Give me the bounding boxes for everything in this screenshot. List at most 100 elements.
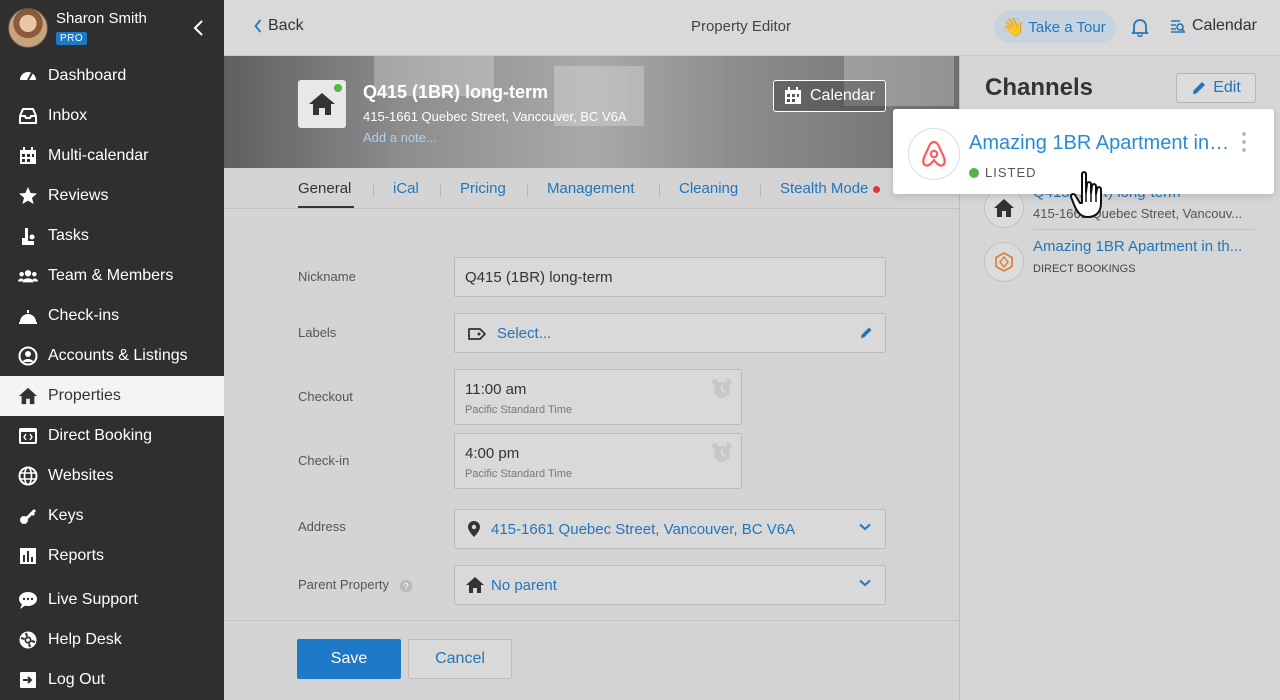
user-profile[interactable]: Sharon Smith PRO — [0, 0, 224, 56]
channels-title: Channels — [985, 74, 1094, 101]
globe-icon — [18, 466, 38, 486]
pencil-icon — [1193, 82, 1206, 94]
calendar-label: Calendar — [1192, 17, 1257, 34]
calendar-button-label: Calendar — [810, 87, 875, 104]
sidebar-item-label: Keys — [48, 507, 84, 524]
cancel-button[interactable]: Cancel — [408, 639, 512, 679]
parent-property-label: Parent Property ? — [298, 577, 413, 593]
sidebar-item-properties[interactable]: Properties — [0, 376, 224, 416]
checkin-time-field[interactable]: 4:00 pm Pacific Standard Time — [454, 433, 742, 489]
address-label: Address — [298, 519, 346, 534]
checkin-timezone: Pacific Standard Time — [465, 468, 572, 480]
property-tabs: General iCal Pricing Management Cleaning… — [224, 168, 959, 209]
tag-icon — [468, 328, 486, 340]
address-value: 415-1661 Quebec Street, Vancouver, BC V6… — [491, 521, 796, 538]
tab-stealth-mode[interactable]: Stealth Mode — [780, 180, 881, 197]
status-label: LISTED — [985, 165, 1037, 180]
sidebar-item-live-support[interactable]: Live Support — [0, 580, 224, 620]
tab-cleaning[interactable]: Cleaning — [679, 180, 738, 197]
sidebar-item-keys[interactable]: Keys — [0, 496, 224, 536]
tab-ical[interactable]: iCal — [393, 180, 419, 197]
sidebar-item-label: Help Desk — [48, 631, 122, 648]
listing-status: LISTED — [969, 165, 1037, 180]
team-icon — [18, 266, 38, 286]
star-icon — [18, 186, 38, 206]
sidebar-item-label: Properties — [48, 387, 121, 404]
home-icon — [466, 577, 484, 593]
home-icon — [18, 386, 38, 406]
property-editor-main: Q415 (1BR) long-term 415-1661 Quebec Str… — [224, 56, 960, 700]
sidebar-item-help-desk[interactable]: Help Desk — [0, 620, 224, 660]
sidebar-item-check-ins[interactable]: Check-ins — [0, 296, 224, 336]
tab-general[interactable]: General — [298, 180, 351, 197]
property-calendar-button[interactable]: Calendar — [773, 80, 886, 112]
labels-select[interactable]: Select... — [497, 325, 551, 342]
form-footer: Save Cancel — [224, 620, 959, 700]
checkin-label: Check-in — [298, 453, 350, 468]
take-a-tour-button[interactable]: 👋 Take a Tour — [994, 11, 1116, 43]
sidebar-item-label: Direct Booking — [48, 427, 153, 444]
tour-label: Take a Tour — [1028, 18, 1106, 36]
more-options-icon[interactable] — [1238, 130, 1250, 154]
property-name: Q415 (1BR) long-term — [363, 82, 549, 102]
collapse-sidebar-icon[interactable] — [192, 18, 206, 38]
sidebar-item-multi-calendar[interactable]: Multi-calendar — [0, 136, 224, 176]
pencil-icon[interactable] — [859, 326, 873, 340]
sidebar-item-label: Reviews — [48, 187, 109, 204]
edit-channels-button[interactable]: Edit — [1176, 73, 1256, 103]
help-icon[interactable]: ? — [399, 579, 413, 593]
logout-icon — [18, 670, 38, 690]
edit-label: Edit — [1213, 79, 1241, 96]
direct-booking-icon — [984, 242, 1024, 282]
channel-type: DIRECT BOOKINGS — [1033, 263, 1136, 275]
online-status-dot — [334, 84, 342, 92]
labels-label: Labels — [298, 325, 337, 340]
channel-item[interactable]: Amazing 1BR Apartment in th... DIRECT BO… — [984, 236, 1256, 286]
nickname-field[interactable]: Q415 (1BR) long-term — [454, 257, 886, 297]
notifications-bell-icon[interactable] — [1130, 17, 1150, 37]
divider — [1033, 229, 1255, 230]
airbnb-listing-title[interactable]: Amazing 1BR Apartment in ... — [969, 132, 1231, 155]
add-note-link[interactable]: Add a note... — [363, 130, 437, 145]
tab-management[interactable]: Management — [547, 180, 635, 197]
avatar[interactable] — [8, 8, 48, 48]
labels-field[interactable]: Select... — [454, 313, 886, 353]
nickname-value: Q415 (1BR) long-term — [465, 269, 613, 286]
tasks-icon — [18, 226, 38, 246]
sidebar-item-label: Multi-calendar — [48, 147, 149, 164]
sidebar-item-tasks[interactable]: Tasks — [0, 216, 224, 256]
chevron-down-icon — [859, 523, 871, 531]
sidebar-item-label: Tasks — [48, 227, 89, 244]
channel-title[interactable]: Amazing 1BR Apartment in th... — [1033, 238, 1255, 255]
nickname-label: Nickname — [298, 269, 356, 284]
sidebar-item-accounts[interactable]: Accounts & Listings — [0, 336, 224, 376]
tab-pricing[interactable]: Pricing — [460, 180, 506, 197]
property-home-icon — [298, 80, 346, 128]
alarm-clock-icon — [712, 379, 732, 398]
sidebar-item-team[interactable]: Team & Members — [0, 256, 224, 296]
user-name: Sharon Smith — [56, 10, 147, 27]
sidebar-item-websites[interactable]: Websites — [0, 456, 224, 496]
checkout-time-field[interactable]: 11:00 am Pacific Standard Time — [454, 369, 742, 425]
pro-badge: PRO — [56, 32, 88, 45]
sidebar-item-label: Log Out — [48, 671, 105, 688]
calendar-icon — [785, 87, 801, 104]
sidebar-item-label: Live Support — [48, 591, 138, 608]
sidebar-item-log-out[interactable]: Log Out — [0, 660, 224, 700]
sidebar-item-inbox[interactable]: Inbox — [0, 96, 224, 136]
airbnb-logo-icon — [908, 128, 960, 180]
sidebar-item-direct-booking[interactable]: Direct Booking — [0, 416, 224, 456]
sidebar-item-label: Team & Members — [48, 267, 174, 284]
top-header: Back Property Editor 👋 Take a Tour Calen… — [224, 0, 1280, 56]
sidebar-item-reports[interactable]: Reports — [0, 536, 224, 576]
save-button[interactable]: Save — [297, 639, 401, 679]
parent-property-dropdown[interactable]: No parent — [454, 565, 886, 605]
header-calendar-link[interactable]: Calendar — [1170, 17, 1257, 35]
map-pin-icon — [468, 521, 480, 537]
checkin-time: 4:00 pm — [465, 445, 520, 462]
account-icon — [18, 346, 38, 366]
sidebar-item-dashboard[interactable]: Dashboard — [0, 56, 224, 96]
sidebar-item-reviews[interactable]: Reviews — [0, 176, 224, 216]
address-dropdown[interactable]: 415-1661 Quebec Street, Vancouver, BC V6… — [454, 509, 886, 549]
chat-icon — [18, 590, 38, 610]
